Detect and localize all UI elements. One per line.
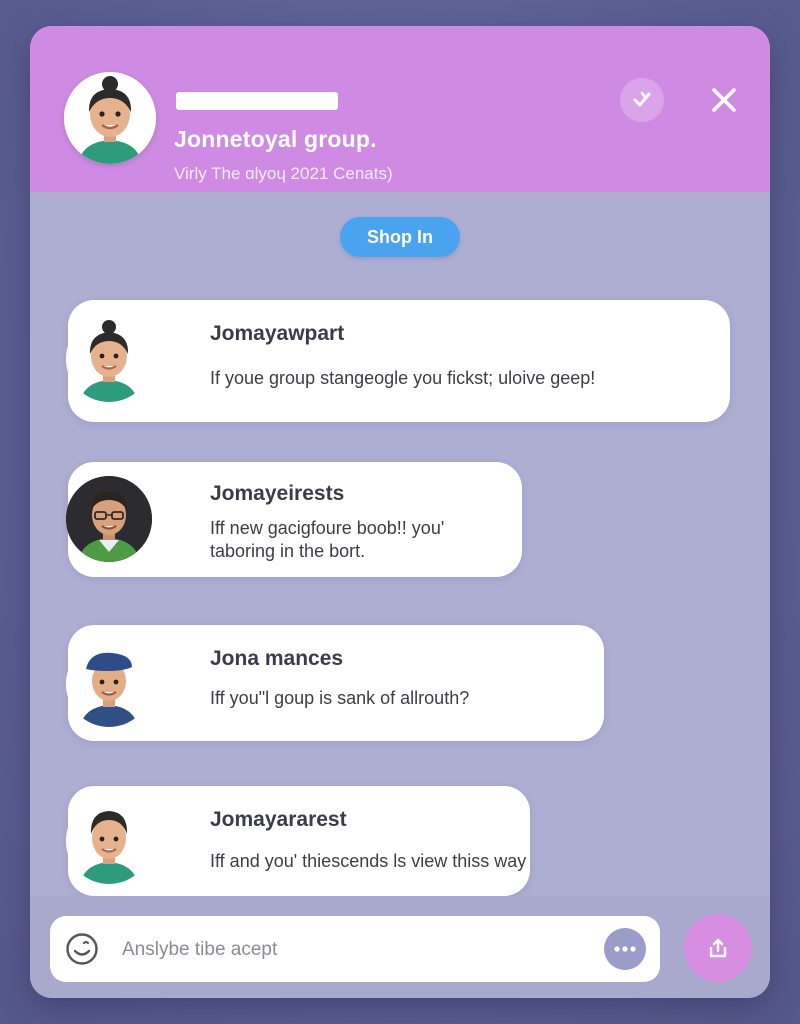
group-name: Jonnetoyal group.	[174, 126, 377, 152]
more-options-button[interactable]	[604, 928, 646, 970]
close-button[interactable]	[702, 78, 746, 122]
avatar-woman-bun-icon	[66, 316, 152, 402]
more-dots-icon	[614, 946, 636, 952]
avatar-woman-bun-icon	[64, 72, 156, 164]
emoji-button[interactable]	[64, 931, 100, 967]
sender-name: Jomayawpart	[210, 322, 345, 345]
group-subtitle: Virly The ɑlyoɥ 2021 Cenats)	[174, 164, 393, 183]
avatar-man-beret-icon	[66, 641, 152, 727]
chat-window: Jonnetoyal group. Virly The ɑlyoɥ 2021 C…	[30, 26, 770, 998]
header-title-placeholder	[176, 92, 338, 110]
avatar[interactable]	[66, 641, 152, 727]
avatar[interactable]	[66, 316, 152, 402]
avatar-man-icon	[66, 798, 152, 884]
sender-name: Jomayeirests	[210, 482, 345, 505]
message-bubble[interactable]: Jona mances Iff you"l goup is sank of al…	[66, 625, 604, 741]
message-text: Iff new gacigfoure boob!! you' taboring …	[210, 518, 445, 561]
close-icon	[712, 88, 736, 112]
check-icon	[633, 91, 651, 107]
avatar[interactable]	[66, 476, 152, 562]
message-text: Iff and you' thiescends ls view thiss wa…	[210, 851, 527, 871]
message-bubble[interactable]: Jomayararest Iff and you' thiescends ls …	[66, 786, 530, 896]
avatar[interactable]	[66, 798, 152, 884]
send-button[interactable]	[684, 914, 752, 982]
message-bubble[interactable]: Jomayeirests Iff new gacigfoure boob!! y…	[66, 462, 522, 577]
sender-name: Jona mances	[210, 647, 344, 670]
avatar-man-glasses-icon	[66, 476, 152, 562]
message-text: If youe group stangeogle you fickst; ulo…	[210, 368, 596, 388]
shop-in-button[interactable]: Shop In	[340, 217, 460, 257]
share-icon	[709, 938, 727, 958]
message-text: Iff you"l goup is sank of allrouth?	[210, 688, 470, 708]
sender-name: Jomayararest	[210, 808, 347, 831]
chat-header: Jonnetoyal group. Virly The ɑlyoɥ 2021 C…	[30, 26, 770, 192]
message-composer	[30, 896, 770, 998]
check-button[interactable]	[620, 78, 664, 122]
smiley-icon	[66, 933, 98, 965]
message-input[interactable]	[120, 930, 594, 970]
group-avatar[interactable]	[64, 72, 156, 164]
input-container	[50, 916, 660, 982]
message-bubble[interactable]: Jomayawpart If youe group stangeogle you…	[66, 300, 730, 422]
